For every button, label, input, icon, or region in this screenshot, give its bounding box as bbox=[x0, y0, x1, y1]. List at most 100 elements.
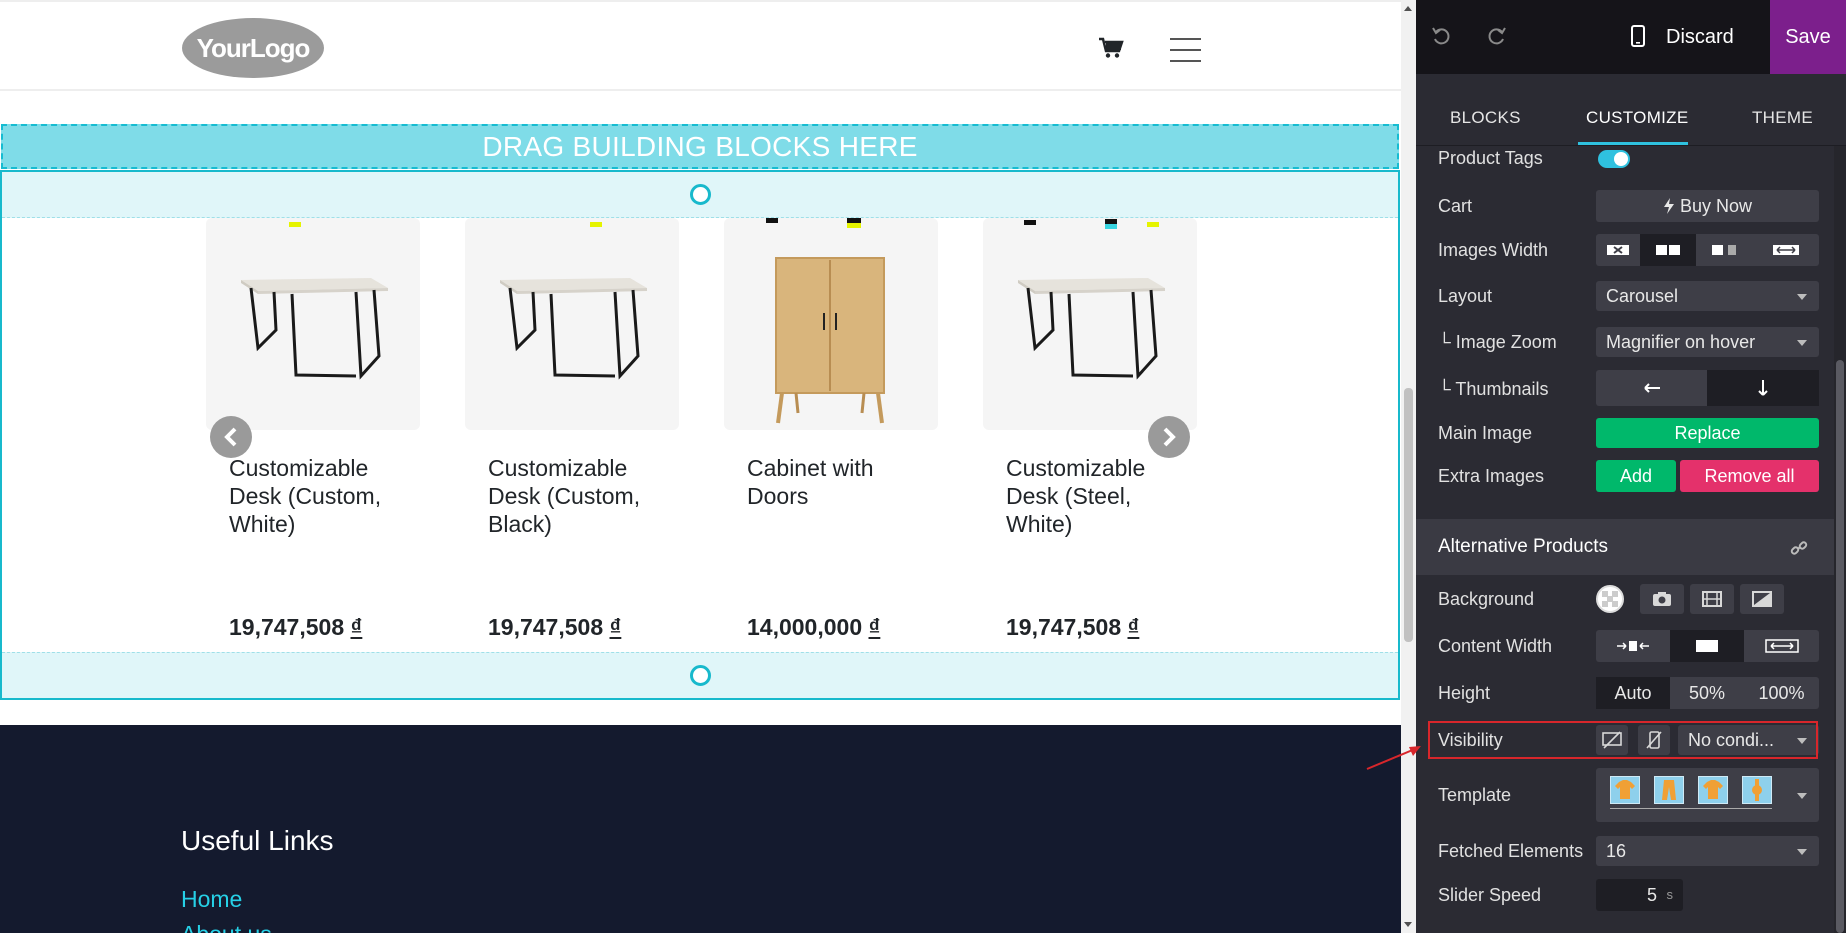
scroll-up-icon[interactable] bbox=[1404, 6, 1412, 11]
product-card[interactable]: Customizable Desk (Custom, White) 19,747… bbox=[206, 218, 422, 640]
product-name[interactable]: Customizable Desk (Custom, Black) bbox=[465, 454, 681, 538]
height-100-option[interactable]: 100% bbox=[1744, 677, 1819, 709]
desk-icon bbox=[500, 278, 647, 380]
image-zoom-value: Magnifier on hover bbox=[1606, 332, 1756, 352]
content-width-full-option[interactable] bbox=[1744, 630, 1819, 662]
thumbnails-bottom-option[interactable] bbox=[1707, 370, 1819, 406]
layout-select[interactable]: Carousel bbox=[1596, 281, 1819, 311]
hamburger-menu-icon[interactable] bbox=[1170, 38, 1201, 62]
replace-image-button[interactable]: Replace bbox=[1596, 418, 1819, 448]
thumbnails-left-option[interactable] bbox=[1596, 370, 1707, 406]
option-label: Height bbox=[1438, 683, 1491, 703]
thumbnails-position-selector bbox=[1596, 370, 1819, 406]
width-66-option[interactable] bbox=[1696, 234, 1752, 266]
background-gradient-button[interactable] bbox=[1740, 584, 1784, 614]
cart-icon[interactable] bbox=[1098, 37, 1124, 59]
content-width-small-option[interactable] bbox=[1596, 630, 1670, 662]
tab-customize[interactable]: CUSTOMIZE bbox=[1586, 108, 1689, 128]
chevron-down-icon bbox=[1797, 738, 1807, 744]
glitch-mark bbox=[289, 222, 301, 227]
tab-blocks[interactable]: BLOCKS bbox=[1450, 108, 1521, 128]
hide-on-desktop-toggle[interactable] bbox=[1596, 725, 1628, 755]
template-select[interactable] bbox=[1596, 768, 1819, 822]
film-icon bbox=[1702, 591, 1722, 607]
add-extra-images-button[interactable]: Add bbox=[1596, 460, 1676, 492]
cart-buy-now-button[interactable]: Buy Now bbox=[1596, 190, 1819, 222]
visibility-condition-select[interactable]: No condi... bbox=[1678, 725, 1819, 755]
resize-handle-top[interactable] bbox=[690, 184, 711, 205]
background-color-swatch[interactable] bbox=[1596, 585, 1624, 613]
panel-scrollbar[interactable] bbox=[1834, 146, 1846, 933]
product-name[interactable]: Customizable Desk (Steel, White) bbox=[983, 454, 1199, 538]
fetched-elements-select[interactable]: 16 bbox=[1596, 836, 1819, 866]
slider-speed-input[interactable]: 5 s bbox=[1596, 879, 1683, 911]
carousel-next-button[interactable] bbox=[1148, 416, 1190, 458]
width-regular-icon bbox=[1696, 640, 1718, 652]
chevron-right-icon bbox=[1163, 427, 1176, 447]
mobile-preview-icon[interactable] bbox=[1626, 24, 1650, 48]
redo-icon[interactable] bbox=[1484, 24, 1508, 48]
site-footer: Useful Links Home About us bbox=[0, 725, 1401, 933]
product-price: 19,747,508 ₫ bbox=[1006, 614, 1140, 640]
glitch-mark bbox=[766, 218, 778, 223]
hide-on-mobile-toggle[interactable] bbox=[1638, 725, 1670, 755]
resize-handle-bottom[interactable] bbox=[690, 665, 711, 686]
discard-button[interactable]: Discard bbox=[1666, 0, 1734, 74]
chevron-down-icon bbox=[1797, 340, 1807, 346]
option-label: Visibility bbox=[1438, 730, 1503, 750]
tab-theme[interactable]: THEME bbox=[1752, 108, 1813, 128]
visibility-condition-value: No condi... bbox=[1688, 730, 1775, 750]
product-tags-toggle[interactable] bbox=[1598, 150, 1630, 168]
product-card[interactable]: Customizable Desk (Steel, White) 19,747,… bbox=[983, 218, 1199, 640]
option-layout: Layout Carousel bbox=[1416, 281, 1834, 311]
fetched-elements-value: 16 bbox=[1606, 841, 1627, 861]
product-image[interactable] bbox=[465, 218, 679, 430]
width-small-icon bbox=[1617, 641, 1649, 651]
background-video-button[interactable] bbox=[1690, 584, 1734, 614]
product-price: 19,747,508 ₫ bbox=[229, 614, 363, 640]
footer-link-home[interactable]: Home bbox=[181, 886, 242, 913]
annotation-arrow-icon bbox=[1366, 746, 1421, 770]
footer-link-about[interactable]: About us bbox=[181, 921, 272, 933]
product-image[interactable] bbox=[206, 218, 420, 430]
alternative-products-header[interactable]: Alternative Products bbox=[1416, 519, 1834, 575]
scroll-down-icon[interactable] bbox=[1404, 922, 1412, 927]
option-label: Images Width bbox=[1438, 240, 1549, 260]
product-name[interactable]: Cabinet with Doors bbox=[724, 454, 940, 510]
padding-top-handle-area[interactable] bbox=[2, 172, 1398, 218]
carousel-prev-button[interactable] bbox=[210, 416, 252, 458]
site-logo[interactable]: YourLogo bbox=[181, 17, 325, 79]
option-background: Background bbox=[1416, 584, 1834, 614]
link-icon[interactable] bbox=[1790, 539, 1808, 557]
width-none-option[interactable] bbox=[1596, 234, 1640, 266]
panel-scrollbar-thumb[interactable] bbox=[1836, 360, 1844, 933]
drop-zone[interactable]: DRAG BUILDING BLOCKS HERE bbox=[1, 124, 1399, 169]
product-image[interactable] bbox=[724, 218, 938, 430]
option-label: Layout bbox=[1438, 286, 1493, 306]
product-card[interactable]: Cabinet with Doors 14,000,000 ₫ bbox=[724, 218, 940, 640]
product-name[interactable]: Customizable Desk (Custom, White) bbox=[206, 454, 422, 538]
width-full-option[interactable] bbox=[1752, 234, 1819, 266]
template-thumb bbox=[1654, 776, 1684, 804]
template-caption-lines bbox=[1610, 808, 1772, 812]
image-zoom-select[interactable]: Magnifier on hover bbox=[1596, 327, 1819, 357]
height-auto-option[interactable]: Auto bbox=[1596, 677, 1670, 709]
option-fetched-elements: Fetched Elements 16 bbox=[1416, 836, 1834, 866]
scrollbar-thumb[interactable] bbox=[1404, 388, 1413, 642]
product-card[interactable]: Customizable Desk (Custom, Black) 19,747… bbox=[465, 218, 681, 640]
product-image[interactable] bbox=[983, 218, 1197, 430]
background-image-button[interactable] bbox=[1640, 584, 1684, 614]
products-carousel-snippet[interactable]: Customizable Desk (Custom, White) 19,747… bbox=[0, 170, 1400, 700]
remove-all-images-button[interactable]: Remove all bbox=[1680, 460, 1819, 492]
undo-icon[interactable] bbox=[1430, 24, 1454, 48]
option-label: Slider Speed bbox=[1438, 885, 1542, 905]
website-preview: YourLogo DRAG BUILDING BLOCKS HERE Custo… bbox=[0, 0, 1401, 933]
content-width-regular-option[interactable] bbox=[1670, 630, 1744, 662]
option-label: Template bbox=[1438, 785, 1512, 805]
site-scrollbar[interactable] bbox=[1401, 0, 1416, 933]
glitch-mark bbox=[1147, 222, 1159, 227]
padding-bottom-handle-area[interactable] bbox=[2, 652, 1398, 698]
width-100-option[interactable] bbox=[1640, 234, 1696, 266]
height-50-option[interactable]: 50% bbox=[1670, 677, 1744, 709]
save-button[interactable]: Save bbox=[1770, 0, 1846, 74]
